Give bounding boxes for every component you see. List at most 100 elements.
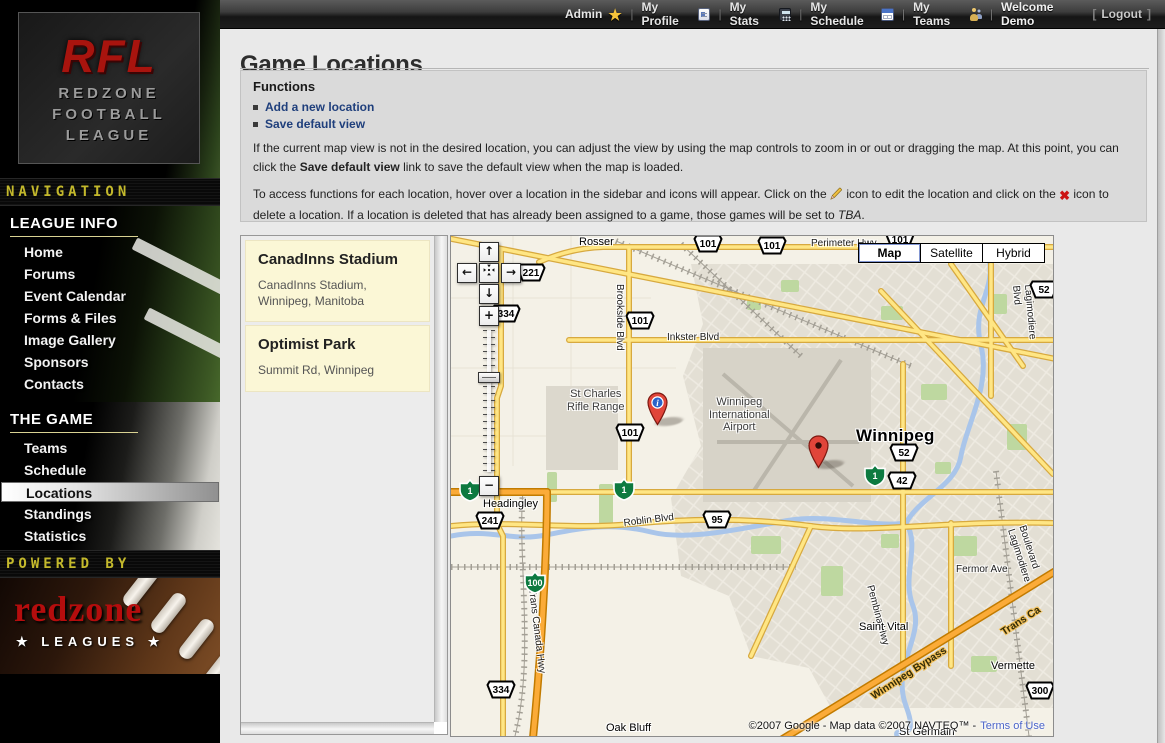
functions-title: Functions xyxy=(253,79,1134,94)
highway-shield: 101 xyxy=(625,311,655,330)
league-logo-area: RFL REDZONE FOOTBALL LEAGUE xyxy=(0,0,220,178)
map-type-button[interactable]: Satellite xyxy=(920,243,983,263)
sidebar-item[interactable]: Schedule xyxy=(0,459,220,481)
logout-bracket-right: ] xyxy=(1147,7,1151,21)
zoom-out-button[interactable]: − xyxy=(479,476,499,496)
topbar-menu: Admin | My Profile | My Stats | My Sched… xyxy=(565,0,1001,28)
map-label: Inkster Blvd xyxy=(667,332,719,344)
league-info-header: LEAGUE INFO xyxy=(0,206,220,237)
terms-of-use-link[interactable]: Terms of Use xyxy=(980,720,1045,732)
navigation-banner: NAVIGATION xyxy=(0,178,220,206)
locations-horizontal-scrollbar[interactable] xyxy=(241,722,434,734)
topbar-menu-item[interactable]: My Profile | xyxy=(641,0,729,28)
the-game-section: THE GAME TeamsScheduleLocationsStandings… xyxy=(0,402,220,550)
svg-text:221: 221 xyxy=(523,268,540,279)
map-copyright: ©2007 Google - Map data ©2007 NAVTEQ™ -T… xyxy=(749,720,1045,732)
location-marker[interactable]: i xyxy=(647,392,668,426)
trans-canada-shield: 100 xyxy=(524,571,546,594)
locations-vertical-scrollbar[interactable] xyxy=(434,236,447,722)
svg-text:52: 52 xyxy=(1038,285,1050,296)
redzone-leagues-logo: redzone ★ LEAGUES ★ xyxy=(0,578,220,674)
redzone-brand: redzone xyxy=(14,588,142,630)
locations-panel: CanadInns Stadium CanadInns Stadium, Win… xyxy=(240,235,448,735)
sidebar-item[interactable]: Standings xyxy=(0,503,220,525)
svg-text:101: 101 xyxy=(622,428,639,439)
svg-text:1: 1 xyxy=(872,471,877,481)
sidebar: RFL REDZONE FOOTBALL LEAGUE NAVIGATION L… xyxy=(0,0,220,743)
logout-bracket-left: [ xyxy=(1092,7,1096,21)
sidebar-item[interactable]: Home xyxy=(0,241,220,263)
the-game-items: TeamsScheduleLocationsStandingsStatistic… xyxy=(0,437,220,547)
svg-text:300: 300 xyxy=(1032,686,1049,697)
topbar-session: Welcome Demo [ Logout ] xyxy=(1001,0,1151,28)
function-link[interactable]: Add a new location xyxy=(265,100,374,114)
sidebar-item[interactable]: Statistics xyxy=(0,525,220,547)
highway-shield: 101 xyxy=(757,236,787,255)
location-card[interactable]: Optimist Park Summit Rd, Winnipeg xyxy=(245,325,430,391)
map-type-button[interactable]: Hybrid xyxy=(982,243,1045,263)
function-link[interactable]: Save default view xyxy=(265,117,365,131)
pan-down-button[interactable]: ↓ xyxy=(479,284,499,304)
content: Game Locations Functions Add a new locat… xyxy=(220,29,1165,743)
edit-pencil-icon xyxy=(830,187,843,206)
delete-x-icon: ✖ xyxy=(1059,186,1070,206)
menu-separator: | xyxy=(630,7,633,21)
sidebar-item[interactable]: Sponsors xyxy=(0,351,220,373)
pan-up-button[interactable]: ↑ xyxy=(479,242,499,262)
zoom-in-button[interactable]: + xyxy=(479,306,499,326)
location-card[interactable]: CanadInns Stadium CanadInns Stadium, Win… xyxy=(245,240,430,322)
function-link-item: Save default view xyxy=(253,117,1134,131)
menu-separator: | xyxy=(799,7,802,21)
zoom-slider-handle[interactable] xyxy=(478,372,500,383)
rfl-logo: RFL REDZONE FOOTBALL LEAGUE xyxy=(18,12,200,164)
map-label: Brookside Blvd xyxy=(614,284,626,351)
powered-by-banner: POWERED BY xyxy=(0,550,220,578)
topbar-menu-item[interactable]: Admin | xyxy=(565,7,641,21)
functions-links: Add a new location Save default view xyxy=(253,100,1134,131)
scrollbar-corner xyxy=(434,722,447,734)
svg-text:241: 241 xyxy=(482,516,499,527)
logout-link[interactable]: Logout xyxy=(1101,7,1142,21)
league-info-section: LEAGUE INFO HomeForumsEvent CalendarForm… xyxy=(0,206,220,402)
svg-text:101: 101 xyxy=(632,316,649,327)
recenter-icon xyxy=(483,264,495,276)
map-type-button[interactable]: Map xyxy=(858,243,921,263)
svg-text:101: 101 xyxy=(764,241,781,252)
location-address: Summit Rd, Winnipeg xyxy=(258,362,417,378)
location-marker[interactable]: i xyxy=(808,435,829,469)
recenter-button[interactable] xyxy=(479,263,499,283)
menu-separator: | xyxy=(718,7,721,21)
page-scrollbar[interactable] xyxy=(1157,29,1165,743)
zoom-slider-track[interactable] xyxy=(483,330,495,472)
svg-text:334: 334 xyxy=(493,685,510,696)
football-lace-decoration xyxy=(202,642,220,674)
location-address: CanadInns Stadium, Winnipeg, Manitoba xyxy=(258,277,417,309)
sidebar-item[interactable]: Event Calendar xyxy=(0,285,220,307)
highway-shield: 95 xyxy=(702,510,732,529)
football-lace-decoration xyxy=(176,616,216,661)
topbar-menu-item[interactable]: My Teams | xyxy=(913,0,1001,28)
function-link-item: Add a new location xyxy=(253,100,1134,114)
svg-text:42: 42 xyxy=(896,476,908,487)
help-paragraph-2: To access functions for each location, h… xyxy=(253,185,1134,225)
pan-left-button[interactable]: ← xyxy=(457,263,477,283)
map-type-buttons: MapSatelliteHybrid xyxy=(859,243,1045,263)
location-name: CanadInns Stadium xyxy=(258,251,417,268)
calculator-icon xyxy=(779,8,792,21)
menu-separator: | xyxy=(902,7,905,21)
topbar-menu-item[interactable]: My Stats | xyxy=(730,0,811,28)
map-label: Oak Bluff xyxy=(606,722,651,735)
svg-text:100: 100 xyxy=(527,578,542,588)
pan-right-button[interactable]: → xyxy=(501,263,521,283)
topbar-menu-item[interactable]: My Schedule | xyxy=(810,0,913,28)
map-label: Rosser xyxy=(579,236,614,249)
sidebar-item[interactable]: Locations xyxy=(1,482,219,502)
sidebar-item[interactable]: Contacts xyxy=(0,373,220,395)
functions-box: Functions Add a new location Save defaul… xyxy=(240,70,1147,222)
highway-shield: 241 xyxy=(475,511,505,530)
highway-shield: 52 xyxy=(1029,280,1054,299)
highway-shield: 334 xyxy=(486,680,516,699)
the-game-header: THE GAME xyxy=(0,402,220,433)
highway-shield: 101 xyxy=(615,423,645,442)
sidebar-item[interactable]: Teams xyxy=(0,437,220,459)
